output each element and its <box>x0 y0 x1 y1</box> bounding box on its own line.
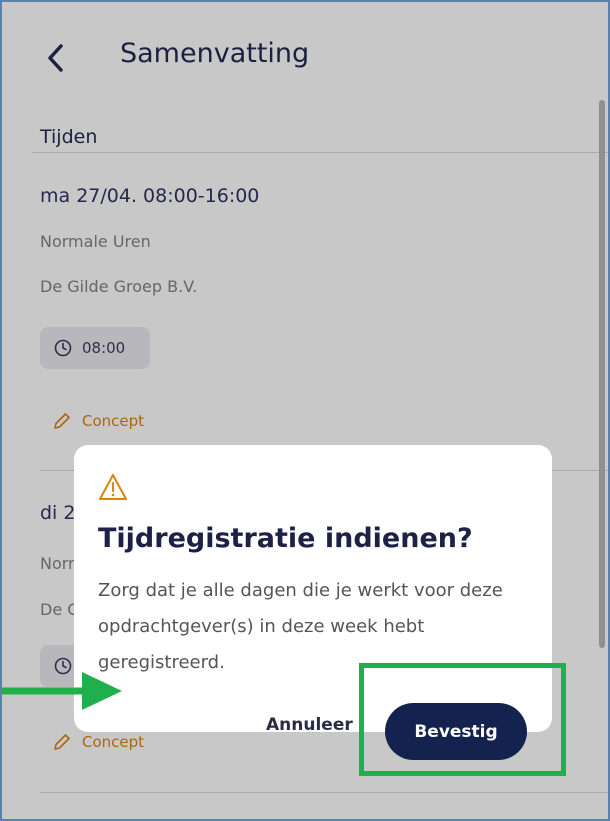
entry-company: De C <box>40 600 79 619</box>
duration-label: 08:00 <box>82 339 126 357</box>
cancel-button[interactable]: Annuleer <box>266 715 353 735</box>
entry-divider <box>40 792 608 793</box>
entry-date: ma 27/04. 08:00-16:00 <box>40 185 260 207</box>
app-screen: Samenvatting Tijden ma 27/04. 08:00-16:0… <box>0 0 610 821</box>
status-label: Concept <box>82 733 145 751</box>
clock-icon <box>54 339 72 357</box>
status-label: Concept <box>82 412 145 430</box>
arrow-icon <box>2 672 122 710</box>
chevron-left-icon <box>48 44 63 72</box>
pencil-icon <box>54 734 70 750</box>
dialog-title: Tijdregistratie indienen? <box>98 523 473 554</box>
header: Samenvatting <box>2 2 608 92</box>
entry-type: Norr <box>40 554 75 573</box>
back-button[interactable] <box>42 38 72 78</box>
entry-company: De Gilde Groep B.V. <box>40 277 198 296</box>
entry-type: Normale Uren <box>40 232 151 251</box>
scrollbar[interactable] <box>599 100 605 648</box>
warning-icon <box>99 474 127 500</box>
section-title: Tijden <box>40 126 98 148</box>
entry-date: di 2 <box>40 502 76 524</box>
page-title: Samenvatting <box>120 38 310 69</box>
status-badge: Concept <box>52 732 144 752</box>
duration-chip: 08:00 <box>40 327 150 369</box>
status-badge: Concept <box>52 411 144 431</box>
highlight-box <box>359 663 566 776</box>
section-divider <box>32 152 608 153</box>
pencil-icon <box>54 413 70 429</box>
